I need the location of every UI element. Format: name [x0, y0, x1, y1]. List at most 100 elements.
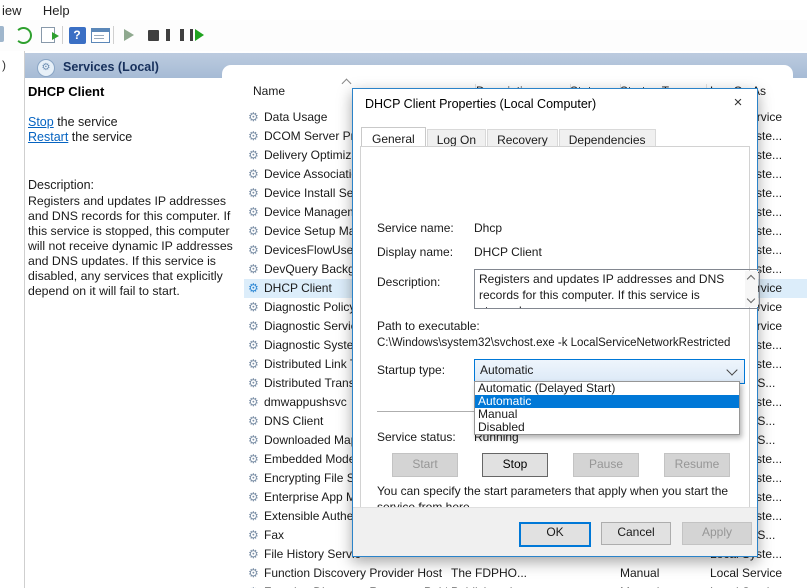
stop-button[interactable]: Stop — [482, 453, 548, 477]
dialog-title: DHCP Client Properties (Local Computer) — [365, 97, 596, 111]
service-gear-icon: ⚙ — [248, 167, 262, 181]
service-gear-icon: ⚙ — [248, 224, 262, 238]
apply-button[interactable]: Apply — [682, 522, 752, 545]
restart-service-button[interactable] — [186, 24, 208, 46]
service-name-value: Dhcp — [474, 221, 502, 235]
service-gear-icon: ⚙ — [248, 300, 262, 314]
start-button[interactable]: Start — [392, 453, 458, 477]
resume-button[interactable]: Resume — [664, 453, 730, 477]
menu-view[interactable]: iew — [0, 0, 30, 18]
service-gear-icon: ⚙ — [248, 414, 262, 428]
refresh-button[interactable] — [12, 24, 34, 46]
help-button[interactable]: ? — [66, 24, 88, 46]
service-gear-icon: ⚙ — [248, 395, 262, 409]
dialog-footer: OK Cancel Apply — [353, 507, 757, 556]
service-gear-icon: ⚙ — [248, 129, 262, 143]
startup-type-dropdown: Automatic (Delayed Start) Automatic Manu… — [474, 381, 740, 435]
description-label: Description: — [28, 178, 94, 192]
description-field-text: Registers and updates IP addresses and D… — [479, 272, 724, 309]
selected-service-title: DHCP Client — [28, 84, 104, 99]
stop-service-button[interactable] — [142, 24, 164, 46]
service-gear-icon: ⚙ — [248, 319, 262, 333]
service-gear-icon: ⚙ — [248, 243, 262, 257]
pause-button[interactable]: Pause — [573, 453, 639, 477]
service-gear-icon: ⚙ — [248, 490, 262, 504]
scroll-down-icon[interactable] — [747, 295, 755, 303]
table-row[interactable]: ⚙Function Discovery Resource PublicaPubl… — [244, 583, 807, 588]
service-gear-icon: ⚙ — [248, 528, 262, 542]
startup-type-label: Startup type: — [377, 363, 445, 377]
help-icon: ? — [69, 27, 86, 44]
service-gear-icon: ⚙ — [248, 471, 262, 485]
service-gear-icon: ⚙ — [248, 433, 262, 447]
properties-button[interactable] — [89, 24, 111, 46]
display-name-value: DHCP Client — [474, 245, 542, 259]
scroll-up-icon[interactable] — [747, 275, 755, 283]
description-field[interactable]: Registers and updates IP addresses and D… — [474, 269, 760, 309]
menu-bar: iew Help — [0, 0, 807, 20]
service-gear-icon: ⚙ — [248, 110, 262, 124]
service-gear-icon: ⚙ — [248, 205, 262, 219]
description-scrollbar[interactable] — [745, 271, 758, 307]
service-gear-icon: ⚙ — [248, 148, 262, 162]
toolbar-separator — [62, 26, 63, 44]
content-tab-curve — [222, 65, 793, 81]
service-gear-icon: ⚙ — [248, 281, 262, 295]
dropdown-option-disabled[interactable]: Disabled — [475, 421, 739, 434]
refresh-icon — [15, 27, 32, 44]
service-gear-icon: ⚙ — [248, 452, 262, 466]
restart-link-suffix: the service — [68, 130, 132, 144]
service-startup-type: Manual — [620, 566, 705, 580]
start-service-button[interactable] — [118, 24, 140, 46]
menu-help[interactable]: Help — [33, 0, 78, 18]
display-name-label: Display name: — [377, 245, 453, 259]
dhcp-properties-dialog: DHCP Client Properties (Local Computer) … — [352, 88, 758, 557]
service-control-buttons: Start Stop Pause Resume — [361, 453, 749, 475]
pause-icon — [166, 29, 184, 41]
service-gear-icon: ⚙ — [248, 509, 262, 523]
path-label: Path to executable: — [377, 319, 480, 333]
close-icon[interactable]: × — [723, 91, 753, 115]
tree-item-clipped: ) — [0, 51, 24, 72]
properties-window-icon — [91, 28, 110, 43]
service-logon-as: Local Service — [710, 566, 805, 580]
service-gear-icon: ⚙ — [248, 566, 262, 580]
startup-type-value: Automatic — [480, 363, 533, 377]
path-value: C:\Windows\system32\svchost.exe -k Local… — [377, 337, 730, 349]
service-gear-icon: ⚙ — [248, 262, 262, 276]
chevron-down-icon — [726, 364, 737, 375]
general-tab-page: Service name: Dhcp Display name: DHCP Cl… — [360, 146, 750, 549]
ok-button[interactable]: OK — [519, 522, 591, 547]
cancel-button[interactable]: Cancel — [601, 522, 671, 545]
restart-icon — [190, 29, 204, 41]
dialog-tabs: GeneralLog OnRecoveryDependencies — [361, 126, 657, 147]
service-action-links: Stop the service Restart the service — [28, 115, 132, 145]
service-description-text: Registers and updates IP addresses and D… — [28, 194, 242, 299]
restart-service-link[interactable]: Restart — [28, 130, 68, 144]
service-gear-icon: ⚙ — [248, 547, 262, 561]
export-list-icon — [41, 27, 55, 43]
play-icon — [124, 29, 134, 41]
service-name: Function Discovery Provider Host — [264, 566, 447, 580]
service-gear-icon: ⚙ — [248, 376, 262, 390]
stop-icon — [148, 30, 159, 41]
stop-service-link[interactable]: Stop — [28, 115, 54, 129]
dropdown-option-automatic-delayed[interactable]: Automatic (Delayed Start) — [475, 382, 739, 395]
console-tree-pane[interactable]: ) — [0, 51, 25, 588]
toolbar: ? — [0, 20, 807, 52]
dropdown-option-manual[interactable]: Manual — [475, 408, 739, 421]
clipped-icon — [0, 26, 4, 42]
pause-service-button[interactable] — [164, 24, 186, 46]
service-gear-icon: ⚙ — [248, 357, 262, 371]
services-icon: ⚙ — [37, 59, 55, 77]
export-list-button[interactable] — [37, 24, 59, 46]
dialog-description-label: Description: — [377, 275, 440, 289]
stop-link-suffix: the service — [54, 115, 118, 129]
table-row[interactable]: ⚙Function Discovery Provider Host The FDP… — [244, 564, 807, 583]
service-name-label: Service name: — [377, 221, 454, 235]
service-gear-icon: ⚙ — [248, 186, 262, 200]
toolbar-separator — [113, 26, 114, 44]
service-description: The FDPHO... — [451, 566, 591, 580]
services-header-band: ⚙ Services (Local) — [25, 53, 807, 78]
dropdown-option-automatic[interactable]: Automatic — [475, 395, 739, 408]
